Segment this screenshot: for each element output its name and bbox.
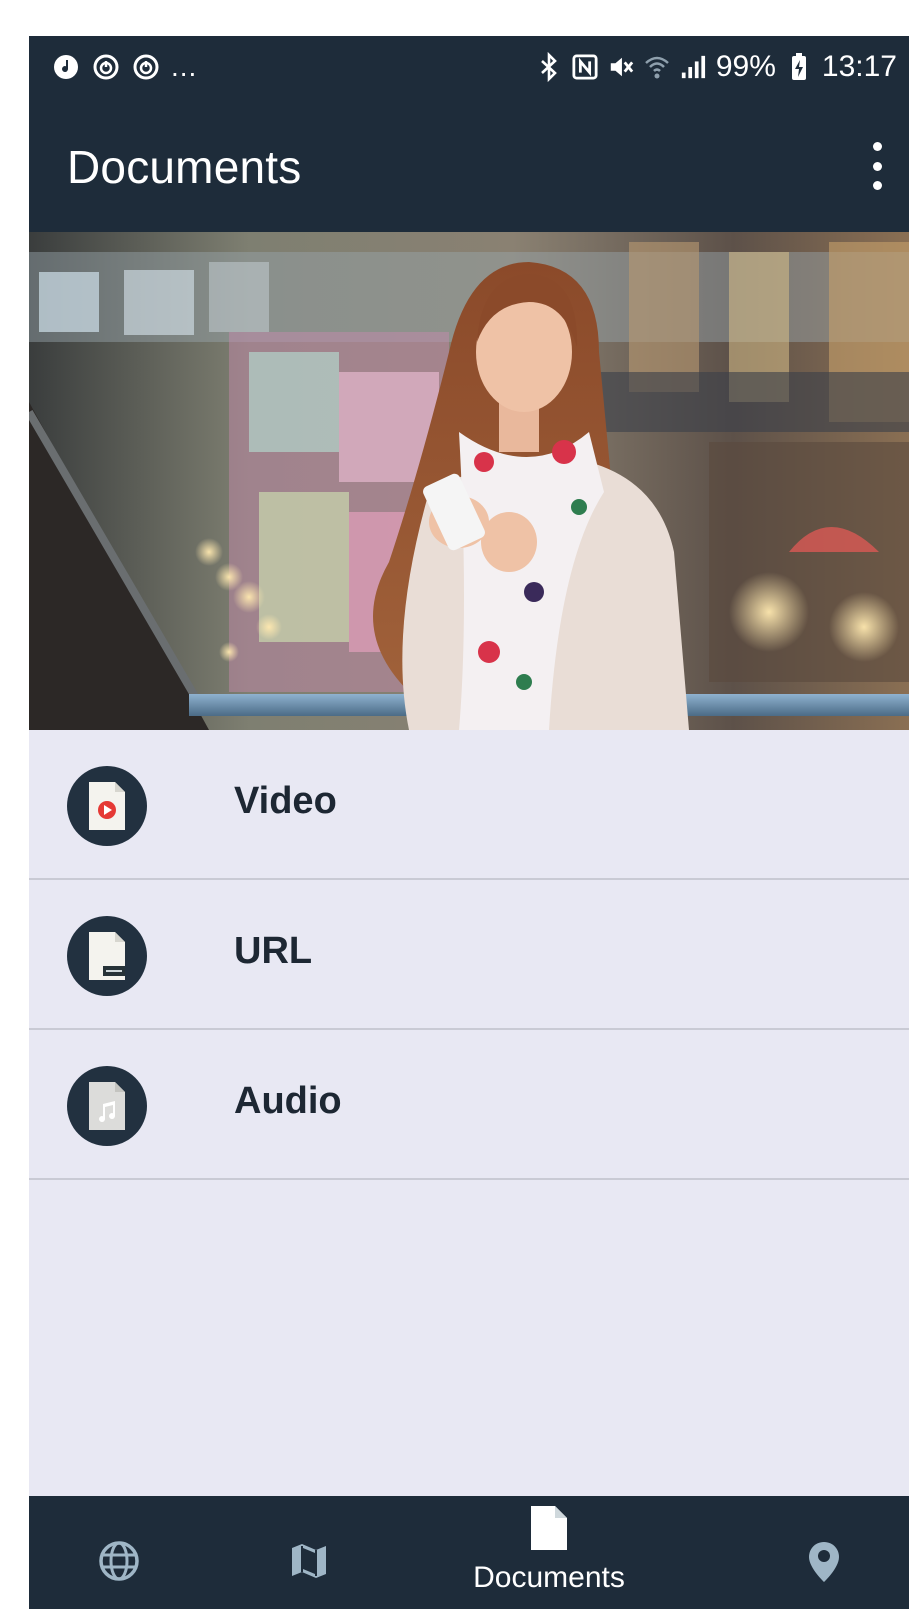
list-item-label: Video — [234, 780, 337, 822]
notification-icons: ... — [51, 52, 197, 82]
phone-screen: ... 99% 13:17 Documents Video URL Audio … — [29, 36, 909, 1609]
list-item-audio[interactable]: Audio — [29, 1030, 909, 1180]
audio-file-icon — [67, 1066, 147, 1146]
more-notifications: ... — [171, 51, 198, 82]
wifi-icon — [644, 52, 670, 82]
page-title: Documents — [67, 141, 302, 193]
status-bar: ... 99% 13:17 — [29, 36, 909, 104]
list-item-label: URL — [234, 930, 313, 972]
document-icon — [529, 1504, 569, 1557]
battery-percent: 99% — [715, 50, 776, 83]
power-ring-icon — [131, 52, 161, 82]
power-ring-icon — [91, 52, 121, 82]
app-bar: Documents — [29, 104, 909, 232]
nav-item-location[interactable] — [784, 1496, 864, 1609]
html-file-icon — [67, 916, 147, 996]
clock: 13:17 — [821, 50, 897, 83]
battery-charging-icon — [786, 52, 812, 82]
list-item-url[interactable]: URL — [29, 880, 909, 1030]
map-icon — [288, 1540, 330, 1587]
list-item-video[interactable]: Video — [29, 730, 909, 880]
video-file-icon — [67, 766, 147, 846]
nav-item-documents[interactable]: Documents — [449, 1496, 649, 1609]
signal-icon — [680, 52, 706, 82]
system-icons: 99% 13:17 — [536, 50, 897, 84]
nav-item-globe[interactable] — [79, 1496, 159, 1609]
bluetooth-icon — [536, 52, 562, 82]
nav-label-documents: Documents — [473, 1561, 625, 1594]
bottom-navigation: Documents — [29, 1496, 909, 1609]
nav-item-map[interactable] — [269, 1496, 349, 1609]
document-list: Video URL Audio — [29, 730, 909, 1180]
more-vertical-icon[interactable] — [863, 142, 891, 190]
music-note-icon — [51, 52, 81, 82]
hero-image — [29, 232, 909, 730]
nfc-icon — [572, 52, 598, 82]
list-item-label: Audio — [234, 1080, 342, 1122]
globe-icon — [98, 1540, 140, 1587]
mute-icon — [608, 52, 634, 82]
location-pin-icon — [807, 1540, 841, 1589]
woman-using-smartphone-photo — [29, 232, 909, 730]
